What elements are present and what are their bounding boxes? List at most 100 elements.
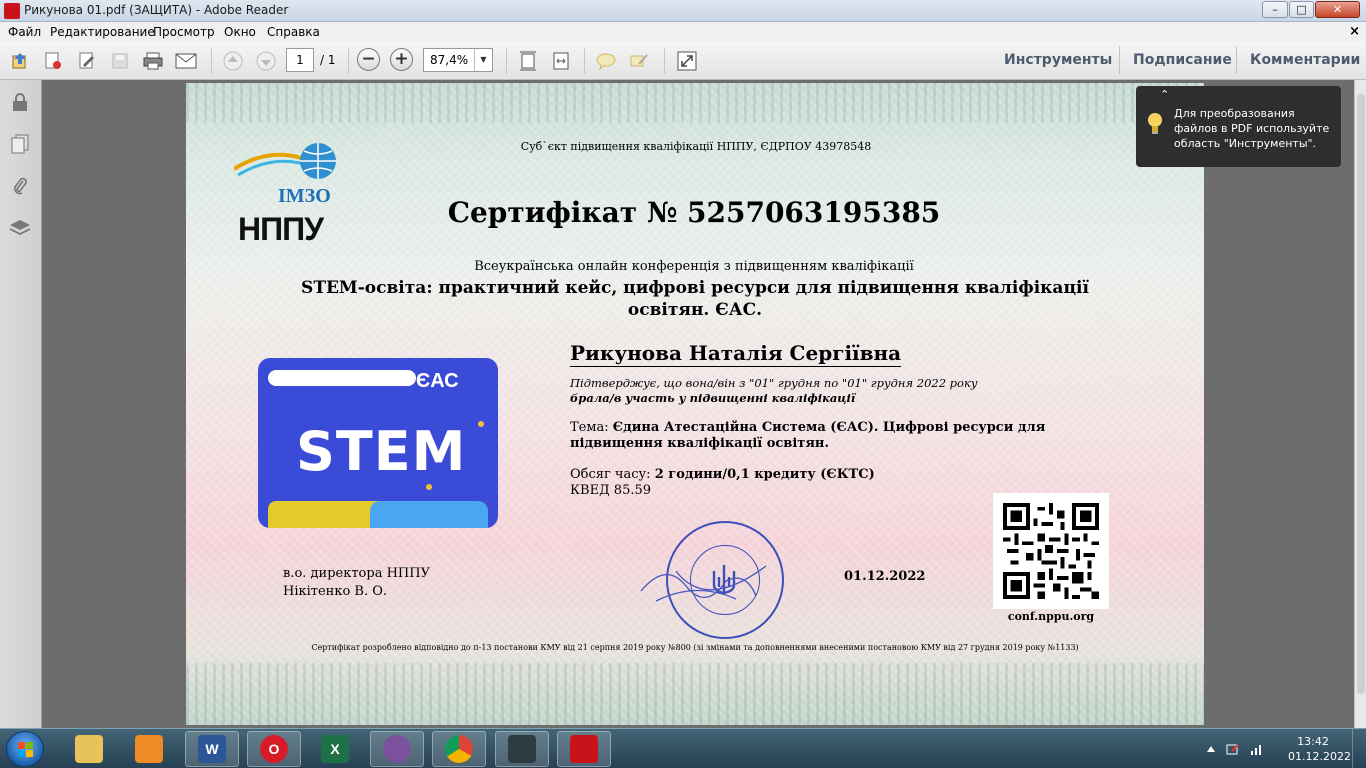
signature-icon xyxy=(640,565,767,602)
fit-page-icon[interactable] xyxy=(517,50,539,72)
close-button[interactable]: ✕ xyxy=(1315,1,1360,18)
show-desktop-button[interactable] xyxy=(1352,729,1366,768)
next-page-icon[interactable] xyxy=(255,50,277,72)
page-total: / 1 xyxy=(320,53,336,67)
logo-nppu-text: НППУ xyxy=(238,211,324,247)
open-file-icon[interactable] xyxy=(9,50,31,72)
confirmation-line: Підтверджує, що вона/він з "01" грудня п… xyxy=(570,376,978,390)
kved-code: КВЕД 85.59 xyxy=(570,483,652,498)
word-icon: W xyxy=(198,735,226,763)
topic-label: Тема: xyxy=(570,420,609,435)
logo-imzo-text: ІМЗО xyxy=(278,185,331,207)
taskbar: W O X 13:42 01.12.2022 xyxy=(0,728,1366,768)
app-icon xyxy=(508,735,536,763)
taskbar-adobe-reader[interactable] xyxy=(557,731,611,767)
title-bar: Рикунова 01.pdf (ЗАЩИТА) - Adobe Reader … xyxy=(0,0,1366,22)
participation-line: брала/в участь у підвищенні кваліфікації xyxy=(570,391,856,405)
vertical-scrollbar[interactable] xyxy=(1354,80,1366,728)
sign-link[interactable]: Подписание xyxy=(1133,52,1232,68)
document-area[interactable]: Суб`єкт підвищення кваліфікації НППУ, ЄД… xyxy=(42,80,1354,728)
navigation-panel xyxy=(0,80,42,728)
taskbar-chrome[interactable] xyxy=(432,731,486,767)
tooltip-text: Для преобразования файлов в PDF использу… xyxy=(1174,107,1330,150)
page-thumbnails-icon[interactable] xyxy=(8,132,32,156)
certificate-subject: Суб`єкт підвищення кваліфікації НППУ, ЄД… xyxy=(520,140,872,153)
menu-view[interactable]: Просмотр xyxy=(153,25,215,39)
edit-pdf-icon[interactable] xyxy=(76,50,98,72)
decorative-border-bottom xyxy=(186,663,1204,725)
system-tray[interactable] xyxy=(1205,742,1275,759)
clock-time: 13:42 xyxy=(1297,735,1329,748)
chevron-down-icon[interactable]: ▼ xyxy=(474,49,492,71)
topic-value: Єдина Атестаційна Система (ЄАС). Цифрові… xyxy=(570,420,1046,451)
hours: Обсяг часу: 2 години/0,1 кредиту (ЄКТС) xyxy=(570,467,875,482)
menu-file[interactable]: Файл xyxy=(8,25,41,39)
director-name: Нікітенко В. О. xyxy=(283,584,388,599)
recipient-name: Рикунова Наталія Сергіївна xyxy=(570,341,902,367)
stem-text: STEM xyxy=(296,420,467,483)
maximize-button[interactable]: □ xyxy=(1289,1,1314,18)
start-button[interactable] xyxy=(6,731,44,767)
windows-logo-icon xyxy=(18,742,33,757)
taskbar-excel[interactable]: X xyxy=(308,731,362,767)
menu-window[interactable]: Окно xyxy=(224,25,256,39)
toolbar-separator xyxy=(506,48,507,74)
chrome-icon xyxy=(445,735,473,763)
print-icon[interactable] xyxy=(142,50,164,72)
tools-link[interactable]: Инструменты xyxy=(1004,52,1112,68)
adobe-reader-icon xyxy=(570,735,598,763)
decor-dot xyxy=(426,484,432,490)
taskbar-viber[interactable] xyxy=(370,731,424,767)
scrollbar-thumb[interactable] xyxy=(1357,94,1365,694)
close-document-icon[interactable]: × xyxy=(1349,24,1360,39)
taskbar-opera[interactable]: O xyxy=(247,731,301,767)
create-pdf-icon[interactable] xyxy=(42,50,64,72)
clock-date: 01.12.2022 xyxy=(1288,750,1351,763)
viber-icon xyxy=(383,735,411,763)
comments-link[interactable]: Комментарии xyxy=(1250,52,1360,68)
tools-tooltip[interactable]: ⌃ Для преобразования файлов в PDF исполь… xyxy=(1136,86,1341,167)
taskbar-word[interactable]: W xyxy=(185,731,239,767)
conference-type: Всеукраїнська онлайн конференція з підви… xyxy=(474,259,914,274)
toolbar-separator xyxy=(348,48,349,74)
taskbar-media-player[interactable] xyxy=(122,731,176,767)
email-icon[interactable] xyxy=(175,50,197,72)
zoom-value: 87,4% xyxy=(430,53,469,67)
hours-label: Обсяг часу: xyxy=(570,467,651,482)
show-hidden-icons-icon xyxy=(1207,746,1215,752)
attachments-icon[interactable] xyxy=(8,174,32,198)
toolbar-separator xyxy=(1236,46,1237,74)
save-icon[interactable] xyxy=(109,50,131,72)
taskbar-explorer[interactable] xyxy=(62,731,116,767)
certificate-title: Сертифікат № 5257063195385 xyxy=(447,196,941,229)
media-player-icon xyxy=(135,735,163,763)
topic: Тема: Єдина Атестаційна Система (ЄАС). Ц… xyxy=(570,420,1070,452)
issue-date: 01.12.2022 xyxy=(844,569,926,584)
layers-icon[interactable] xyxy=(8,216,32,240)
comment-icon[interactable] xyxy=(595,50,617,72)
adobe-reader-icon xyxy=(4,3,20,19)
minimize-button[interactable]: – xyxy=(1262,1,1288,18)
lock-icon[interactable] xyxy=(8,90,32,114)
toolbar-separator xyxy=(211,48,212,74)
menu-edit[interactable]: Редактирование xyxy=(50,25,155,39)
partner-logos-bar xyxy=(268,370,416,386)
lightbulb-icon xyxy=(1148,113,1162,134)
fullscreen-icon[interactable] xyxy=(676,50,698,72)
page-number-input[interactable]: 1 xyxy=(286,48,314,72)
menu-help[interactable]: Справка xyxy=(267,25,320,39)
system-clock[interactable]: 13:42 01.12.2022 xyxy=(1288,734,1351,764)
highlight-icon[interactable] xyxy=(628,50,650,72)
collapse-caret-icon[interactable]: ⌃ xyxy=(1160,88,1169,101)
toolbar-separator xyxy=(1119,46,1120,74)
conference-name: STEM-освіта: практичний кейс, цифрові ре… xyxy=(301,278,1089,320)
fit-width-icon[interactable] xyxy=(550,50,572,72)
menu-bar: Файл Редактирование Просмотр Окно Справк… xyxy=(0,22,1366,42)
zoom-in-button[interactable]: + xyxy=(390,48,413,71)
zoom-select[interactable]: 87,4% ▼ xyxy=(423,48,493,72)
taskbar-app[interactable] xyxy=(495,731,549,767)
legal-footnote: Сертифікат розроблено відповідно до п-13… xyxy=(311,643,1079,652)
zoom-out-button[interactable]: − xyxy=(357,48,380,71)
previous-page-icon[interactable] xyxy=(222,50,244,72)
eas-logo-text: ЄАС xyxy=(416,370,459,392)
